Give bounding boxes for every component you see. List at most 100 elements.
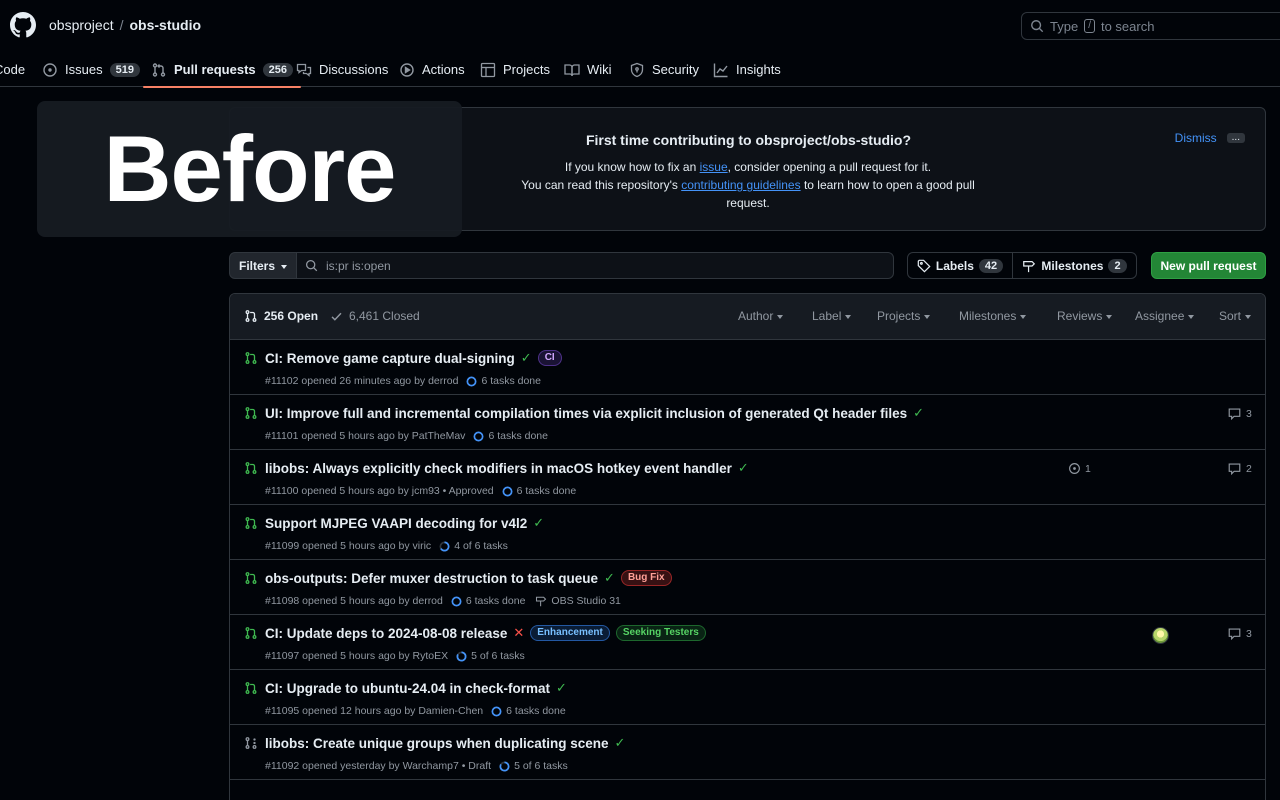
tab-insights[interactable]: Insights bbox=[713, 52, 781, 87]
milestones-button[interactable]: Milestones 2 bbox=[1012, 252, 1137, 279]
labels-button[interactable]: Labels 42 bbox=[907, 252, 1013, 279]
task-progress: 5 of 6 tasks bbox=[499, 760, 568, 772]
checks-failed-icon[interactable]: ✕ bbox=[513, 625, 524, 641]
graph-icon bbox=[713, 63, 728, 77]
banner-line1-pre: If you know how to fix an bbox=[564, 160, 700, 174]
path-separator: / bbox=[119, 17, 124, 33]
tab-issues-label: Issues bbox=[65, 62, 103, 77]
owner-link[interactable]: obsproject bbox=[49, 17, 114, 33]
dismiss-button[interactable]: Dismiss bbox=[1175, 131, 1217, 145]
linked-issues-link[interactable]: 1 bbox=[1068, 462, 1091, 475]
author-dropdown[interactable]: Author bbox=[738, 309, 784, 323]
checks-passed-icon[interactable]: ✓ bbox=[615, 735, 626, 751]
pr-row: CI: Update deps to 2024-08-08 release ✕ … bbox=[230, 615, 1265, 670]
tab-discussions[interactable]: Discussions bbox=[296, 52, 388, 87]
github-logo-icon[interactable] bbox=[10, 12, 36, 38]
assignee-dropdown[interactable]: Assignee bbox=[1135, 309, 1195, 323]
git-pull-request-open-icon bbox=[245, 572, 257, 584]
label-seeking-testers[interactable]: Seeking Testers bbox=[615, 625, 706, 641]
tab-wiki[interactable]: Wiki bbox=[564, 52, 612, 87]
pr-meta-text: #11092 opened yesterday by Warchamp7 • D… bbox=[265, 760, 492, 772]
new-pull-request-button[interactable]: New pull request bbox=[1151, 252, 1266, 279]
filters-button[interactable]: Filters bbox=[229, 252, 297, 279]
search-shortcut-key: / bbox=[1084, 19, 1095, 33]
issue-link[interactable]: issue bbox=[700, 160, 728, 174]
tab-issues[interactable]: Issues 519 bbox=[42, 52, 140, 87]
checks-passed-icon[interactable]: ✓ bbox=[604, 570, 615, 586]
list-header: 256 Open 6,461 Closed Author Label Proje… bbox=[230, 294, 1265, 340]
label-ci[interactable]: CI bbox=[537, 350, 562, 366]
pr-meta-text: #11101 opened 5 hours ago by PatTheMav bbox=[265, 430, 466, 442]
pr-meta-text: #11095 opened 12 hours ago by Damien-Che… bbox=[265, 705, 484, 717]
git-pull-request-open-icon bbox=[245, 682, 257, 694]
repo-link[interactable]: obs-studio bbox=[129, 17, 201, 33]
comments-link[interactable]: 3 bbox=[1228, 407, 1252, 420]
comments-link[interactable]: 3 bbox=[1228, 627, 1252, 640]
chevron-down-icon bbox=[281, 264, 287, 269]
task-progress-text: 4 of 6 tasks bbox=[454, 540, 508, 552]
task-progress-text: 6 tasks done bbox=[516, 485, 577, 497]
reviews-dropdown[interactable]: Reviews bbox=[1057, 309, 1113, 323]
comments-link[interactable]: 2 bbox=[1228, 462, 1252, 475]
pr-title-link[interactable]: libobs: Create unique groups when duplic… bbox=[265, 736, 609, 751]
search-suffix: to search bbox=[1100, 18, 1155, 34]
milestone-link[interactable]: OBS Studio 31 bbox=[535, 595, 621, 607]
chevron-down-icon bbox=[1106, 315, 1113, 319]
check-icon bbox=[331, 312, 342, 321]
reviews-label: Reviews bbox=[1057, 309, 1103, 323]
checks-passed-icon[interactable]: ✓ bbox=[738, 460, 749, 476]
task-progress: 6 tasks done bbox=[451, 595, 525, 607]
search-input[interactable]: Type / to search bbox=[1021, 12, 1280, 40]
filter-search-input[interactable]: is:pr is:open bbox=[296, 252, 894, 279]
pr-title-link[interactable]: Support MJPEG VAAPI decoding for v4l2 bbox=[265, 516, 527, 531]
chevron-down-icon bbox=[924, 315, 931, 319]
assignee-avatar[interactable] bbox=[1152, 627, 1169, 644]
pr-meta-text: #11102 opened 26 minutes ago by derrod bbox=[265, 375, 459, 387]
tab-pull-requests[interactable]: Pull requests 256 bbox=[143, 52, 301, 88]
milestones-dropdown[interactable]: Milestones bbox=[959, 309, 1027, 323]
sort-dropdown[interactable]: Sort bbox=[1219, 309, 1252, 323]
task-progress: 6 tasks done bbox=[473, 430, 548, 442]
tab-code-label: Code bbox=[0, 62, 26, 77]
pr-title-link[interactable]: libobs: Always explicitly check modifier… bbox=[265, 461, 732, 476]
chevron-down-icon bbox=[1188, 315, 1195, 319]
progress-circle-icon bbox=[451, 596, 462, 606]
checks-passed-icon[interactable]: ✓ bbox=[533, 515, 544, 531]
label-bug-fix[interactable]: Bug Fix bbox=[620, 570, 672, 586]
tab-projects[interactable]: Projects bbox=[480, 52, 550, 87]
label-dropdown[interactable]: Label bbox=[812, 309, 852, 323]
closed-filter[interactable]: 6,461 Closed bbox=[330, 309, 420, 323]
pr-title-link[interactable]: obs-outputs: Defer muxer destruction to … bbox=[265, 571, 598, 586]
task-progress-text: 6 tasks done bbox=[506, 705, 566, 717]
pr-title-link[interactable]: CI: Update deps to 2024-08-08 release bbox=[265, 626, 507, 641]
contributing-guidelines-link[interactable]: contributing guidelines bbox=[681, 178, 800, 192]
pr-title-line: libobs: Create unique groups when duplic… bbox=[265, 735, 625, 751]
pr-title-link[interactable]: CI: Upgrade to ubuntu-24.04 in check-for… bbox=[265, 681, 550, 696]
pr-meta: #11097 opened 5 hours ago by RytoEX 5 of… bbox=[265, 650, 525, 662]
pr-title-link[interactable]: UI: Improve full and incremental compila… bbox=[265, 406, 907, 421]
pr-title-link[interactable]: CI: Remove game capture dual-signing bbox=[265, 351, 515, 366]
pr-title-line: CI: Upgrade to ubuntu-24.04 in check-for… bbox=[265, 680, 567, 696]
pr-meta-text: #11099 opened 5 hours ago by viric bbox=[265, 540, 432, 552]
more-options-button[interactable]: ... bbox=[1226, 133, 1245, 143]
label-enhancement[interactable]: Enhancement bbox=[530, 625, 610, 641]
projects-dropdown[interactable]: Projects bbox=[877, 309, 931, 323]
pr-title-line: libobs: Always explicitly check modifier… bbox=[265, 460, 749, 476]
tab-actions[interactable]: Actions bbox=[399, 52, 465, 87]
tab-wiki-label: Wiki bbox=[587, 62, 612, 77]
pr-row: obs-outputs: Defer muxer destruction to … bbox=[230, 560, 1265, 615]
checks-passed-icon[interactable]: ✓ bbox=[913, 405, 924, 421]
checks-passed-icon[interactable]: ✓ bbox=[556, 680, 567, 696]
table-icon bbox=[480, 62, 496, 77]
assignee-label: Assignee bbox=[1135, 309, 1185, 323]
pr-meta-text: #11098 opened 5 hours ago by derrod bbox=[265, 595, 443, 607]
tab-code[interactable]: Code bbox=[0, 52, 25, 87]
pr-meta-text: #11100 opened 5 hours ago by jcm93 • App… bbox=[265, 485, 494, 497]
open-filter[interactable]: 256 Open bbox=[244, 309, 318, 323]
milestones-counter: 2 bbox=[1108, 258, 1127, 273]
pr-row: libobs: Create unique groups when duplic… bbox=[230, 725, 1265, 780]
checks-passed-icon[interactable]: ✓ bbox=[521, 350, 532, 366]
banner-line2-pre: You can read this repository's bbox=[521, 178, 682, 192]
progress-circle-icon bbox=[473, 431, 484, 441]
tab-security[interactable]: Security bbox=[629, 52, 699, 87]
